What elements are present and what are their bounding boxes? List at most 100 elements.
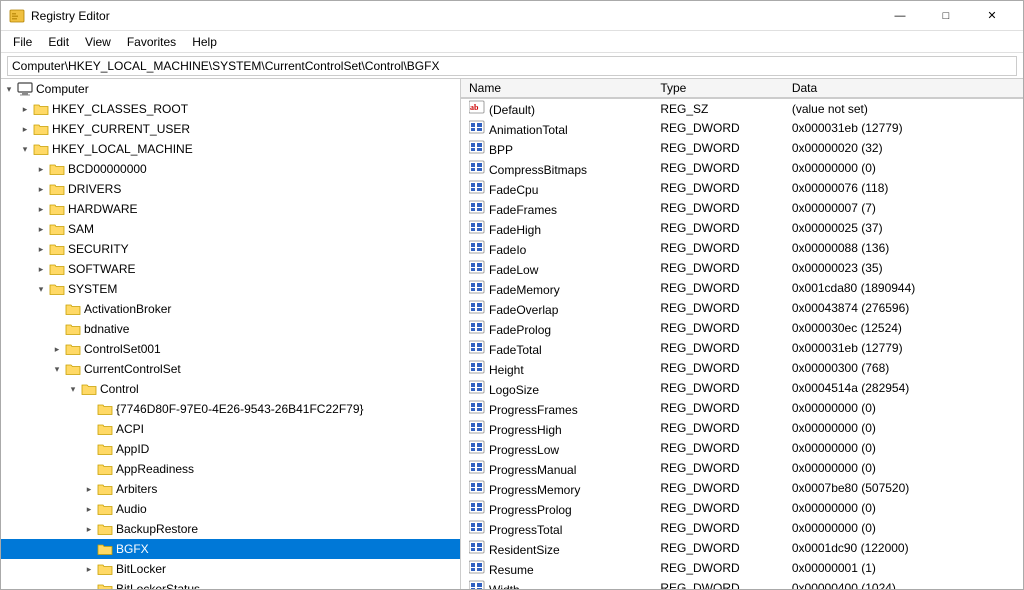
tree-item-activationbroker[interactable]: ActivationBroker [1,299,460,319]
table-row[interactable]: BPPREG_DWORD0x00000020 (32) [461,138,1023,158]
table-header-row: Name Type Data [461,79,1023,98]
tree-item-software[interactable]: ▸SOFTWARE [1,259,460,279]
table-row[interactable]: ProgressFramesREG_DWORD0x00000000 (0) [461,398,1023,418]
expand-btn-system[interactable]: ▾ [33,281,49,297]
expand-btn-hklm[interactable]: ▾ [17,141,33,157]
tree-item-hkcr[interactable]: ▸HKEY_CLASSES_ROOT [1,99,460,119]
table-row[interactable]: FadeLowREG_DWORD0x00000023 (35) [461,258,1023,278]
menu-item-help[interactable]: Help [184,33,225,51]
tree-item-controlset001[interactable]: ▸ ControlSet001 [1,339,460,359]
tree-item-appreadiness[interactable]: AppReadiness [1,459,460,479]
table-row[interactable]: AnimationTotalREG_DWORD0x000031eb (12779… [461,118,1023,138]
value-name: FadeTotal [461,338,652,358]
table-row[interactable]: ProgressPrologREG_DWORD0x00000000 (0) [461,498,1023,518]
tree-item-bitlocker[interactable]: ▸BitLocker [1,559,460,579]
expand-btn-drivers[interactable]: ▸ [33,181,49,197]
close-button[interactable]: ✕ [969,1,1015,31]
folder-icon-appid [97,441,113,457]
tree-label-computer: Computer [36,82,89,96]
tree-item-hkcu[interactable]: ▸ HKEY_CURRENT_USER [1,119,460,139]
table-row[interactable]: LogoSizeREG_DWORD0x0004514a (282954) [461,378,1023,398]
menu-item-favorites[interactable]: Favorites [119,33,184,51]
tree-label-audio: Audio [116,502,147,516]
value-type: REG_DWORD [652,178,784,198]
expand-btn-control[interactable]: ▾ [65,381,81,397]
tree-label-controlset001: ControlSet001 [84,342,161,356]
expand-btn-backuprestore[interactable]: ▸ [81,521,97,537]
expand-btn-currentcontrolset[interactable]: ▾ [49,361,65,377]
expand-btn-arbiters[interactable]: ▸ [81,481,97,497]
folder-icon-bcd [49,161,65,177]
expand-btn-computer[interactable]: ▾ [1,81,17,97]
reg-value-icon [469,440,485,454]
tree-item-system[interactable]: ▾SYSTEM [1,279,460,299]
table-row[interactable]: ProgressManualREG_DWORD0x00000000 (0) [461,458,1023,478]
tree-item-bcd[interactable]: ▸BCD00000000 [1,159,460,179]
table-row[interactable]: ab(Default)REG_SZ(value not set) [461,98,1023,118]
expand-btn-bitlocker[interactable]: ▸ [81,561,97,577]
table-row[interactable]: HeightREG_DWORD0x00000300 (768) [461,358,1023,378]
value-type: REG_DWORD [652,458,784,478]
table-row[interactable]: ResidentSizeREG_DWORD0x0001dc90 (122000) [461,538,1023,558]
tree-panel[interactable]: ▾Computer▸HKEY_CLASSES_ROOT▸HKEY_CURRENT… [1,79,461,589]
tree-item-arbiters[interactable]: ▸Arbiters [1,479,460,499]
tree-item-bitlockerstatus[interactable]: BitLockerStatus [1,579,460,589]
table-row[interactable]: ResumeREG_DWORD0x00000001 (1) [461,558,1023,578]
tree-item-audio[interactable]: ▸ Audio [1,499,460,519]
tree-label-appid: AppID [116,442,149,456]
expand-btn-audio[interactable]: ▸ [81,501,97,517]
tree-label-hkcu: HKEY_CURRENT_USER [52,122,190,136]
expand-btn-controlset001[interactable]: ▸ [49,341,65,357]
tree-item-currentcontrolset[interactable]: ▾CurrentControlSet [1,359,460,379]
tree-item-sam[interactable]: ▸SAM [1,219,460,239]
tree-item-backuprestore[interactable]: ▸BackupRestore [1,519,460,539]
expand-btn-hardware[interactable]: ▸ [33,201,49,217]
table-row[interactable]: FadeOverlapREG_DWORD0x00043874 (276596) [461,298,1023,318]
table-row[interactable]: FadeHighREG_DWORD0x00000025 (37) [461,218,1023,238]
expand-btn-hkcr[interactable]: ▸ [17,101,33,117]
address-input[interactable] [7,56,1017,76]
expand-btn-security[interactable]: ▸ [33,241,49,257]
tree-item-hklm[interactable]: ▾HKEY_LOCAL_MACHINE [1,139,460,159]
table-row[interactable]: CompressBitmapsREG_DWORD0x00000000 (0) [461,158,1023,178]
tree-item-bgfx[interactable]: BGFX [1,539,460,559]
value-name: ProgressManual [461,458,652,478]
tree-item-appid[interactable]: AppID [1,439,460,459]
menu-item-view[interactable]: View [77,33,119,51]
table-row[interactable]: FadeCpuREG_DWORD0x00000076 (118) [461,178,1023,198]
tree-item-security[interactable]: ▸ SECURITY [1,239,460,259]
table-row[interactable]: ProgressMemoryREG_DWORD0x0007be80 (50752… [461,478,1023,498]
expand-btn-bcd[interactable]: ▸ [33,161,49,177]
maximize-button[interactable]: □ [923,1,969,31]
menu-item-file[interactable]: File [5,33,40,51]
tree-item-bdnative[interactable]: bdnative [1,319,460,339]
tree-item-drivers[interactable]: ▸DRIVERS [1,179,460,199]
tree-label-acpi: ACPI [116,422,144,436]
table-row[interactable]: FadePrologREG_DWORD0x000030ec (12524) [461,318,1023,338]
table-row[interactable]: ProgressLowREG_DWORD0x00000000 (0) [461,438,1023,458]
expand-btn-sam[interactable]: ▸ [33,221,49,237]
tree-item-computer[interactable]: ▾ Computer [1,79,460,99]
table-row[interactable]: FadeFramesREG_DWORD0x00000007 (7) [461,198,1023,218]
tree-item-guid[interactable]: {7746D80F-97E0-4E26-9543-26B41FC22F79} [1,399,460,419]
expand-btn-hkcu[interactable]: ▸ [17,121,33,137]
table-row[interactable]: FadeTotalREG_DWORD0x000031eb (12779) [461,338,1023,358]
menu-item-edit[interactable]: Edit [40,33,77,51]
minimize-button[interactable]: — [877,1,923,31]
table-row[interactable]: FadeIoREG_DWORD0x00000088 (136) [461,238,1023,258]
tree-label-security: SECURITY [68,242,129,256]
table-row[interactable]: ProgressHighREG_DWORD0x00000000 (0) [461,418,1023,438]
reg-value-icon [469,220,485,234]
table-row[interactable]: WidthREG_DWORD0x00000400 (1024) [461,578,1023,589]
tree-label-guid: {7746D80F-97E0-4E26-9543-26B41FC22F79} [116,402,364,416]
tree-item-control[interactable]: ▾Control [1,379,460,399]
table-row[interactable]: FadeMemoryREG_DWORD0x001cda80 (1890944) [461,278,1023,298]
tree-item-hardware[interactable]: ▸HARDWARE [1,199,460,219]
value-data: 0x00000025 (37) [784,218,1023,238]
values-panel[interactable]: Name Type Data ab(Default)REG_SZ(value n… [461,79,1023,589]
value-type: REG_DWORD [652,258,784,278]
table-row[interactable]: ProgressTotalREG_DWORD0x00000000 (0) [461,518,1023,538]
tree-item-acpi[interactable]: ACPI [1,419,460,439]
reg-value-icon [469,280,485,294]
expand-btn-software[interactable]: ▸ [33,261,49,277]
